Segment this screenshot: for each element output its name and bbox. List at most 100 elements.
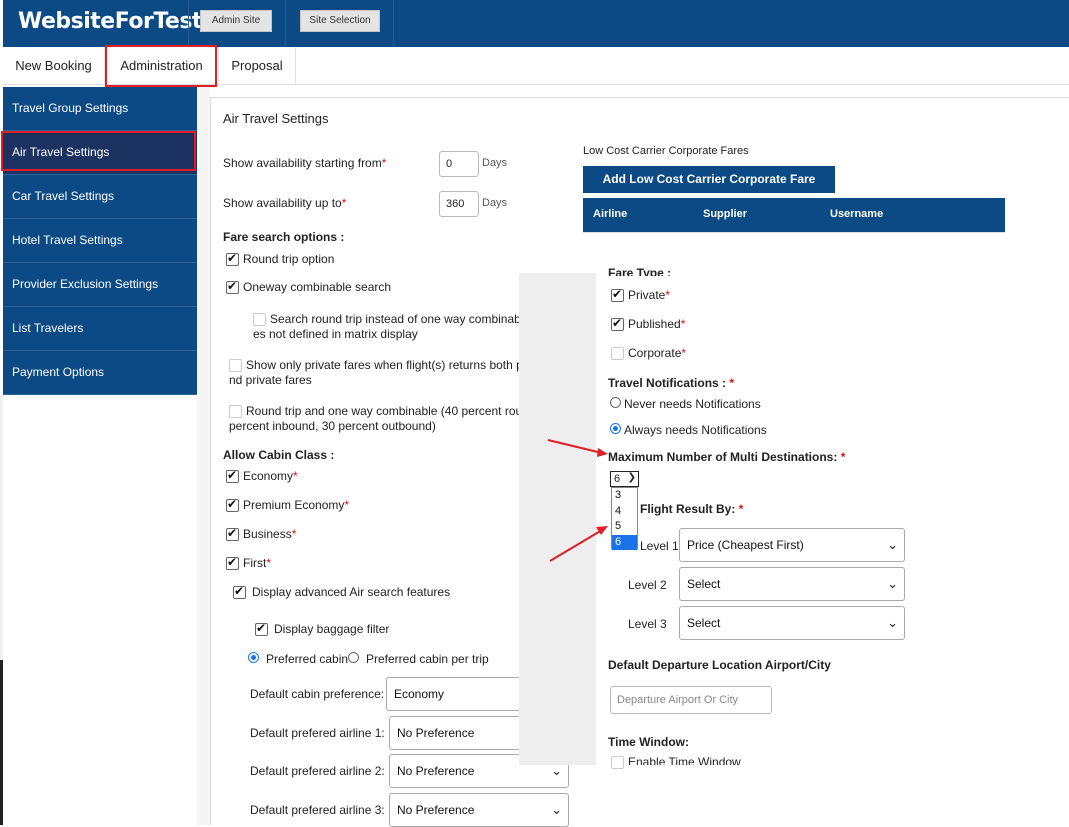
sidebar-item-hotel-travel[interactable]: Hotel Travel Settings xyxy=(3,219,197,263)
days-unit: Days xyxy=(482,157,508,169)
brand-logo[interactable]: WebsiteForTest xyxy=(18,9,202,34)
avail-start-input[interactable]: 0 xyxy=(439,151,479,177)
chevron-down-icon: ❯ xyxy=(627,472,636,483)
always-notif-label: Always needs Notifications xyxy=(624,423,767,437)
level3-label: Level 3 xyxy=(628,617,667,631)
lcc-title: Low Cost Carrier Corporate Fares xyxy=(583,145,749,157)
days-unit: Days xyxy=(482,197,508,209)
sidebar-item-travel-group[interactable]: Travel Group Settings xyxy=(3,87,197,131)
published-checkbox[interactable] xyxy=(611,316,624,331)
private-fares-checkbox[interactable] xyxy=(229,359,242,372)
cabin-class-label: Allow Cabin Class : xyxy=(223,448,335,462)
sidebar-item-provider-exclusion[interactable]: Provider Exclusion Settings xyxy=(3,263,197,307)
admin-site-button[interactable]: Admin Site xyxy=(200,10,272,32)
arrow-icon xyxy=(547,439,603,454)
level1-label: Level 1 xyxy=(640,539,679,553)
economy-checkbox[interactable] xyxy=(226,468,239,483)
highlight-air-travel xyxy=(1,131,196,171)
level2-label: Level 2 xyxy=(628,578,667,592)
baggage-filter-checkbox[interactable] xyxy=(255,621,268,636)
round-trip-checkbox[interactable] xyxy=(226,251,239,266)
level1-select[interactable]: Price (Cheapest First) ⌄ xyxy=(679,528,905,562)
lcc-table-header: Airline Supplier Username xyxy=(583,198,1005,233)
advanced-air-label: Display advanced Air search features xyxy=(252,585,451,599)
arrow-icon xyxy=(549,529,603,562)
premium-economy-checkbox[interactable] xyxy=(226,497,239,512)
column-header-supplier: Supplier xyxy=(703,208,748,220)
preferred-cabin-radio[interactable] xyxy=(248,652,259,663)
sidebar-gap xyxy=(197,87,210,825)
sidebar-item-car-travel[interactable]: Car Travel Settings xyxy=(3,175,197,219)
panel-title: Air Travel Settings xyxy=(223,111,329,126)
site-selection-button[interactable]: Site Selection xyxy=(300,10,380,32)
oneway-combinable-checkbox[interactable] xyxy=(226,279,239,294)
first-checkbox[interactable] xyxy=(226,555,239,570)
enable-time-window-label: Enable Time Window xyxy=(628,755,741,765)
business-label: Business* xyxy=(243,527,297,541)
airline1-label: Default prefered airline 1: xyxy=(250,726,385,740)
add-lcc-fare-button[interactable]: Add Low Cost Carrier Corporate Fare xyxy=(583,166,835,193)
private-fares-label: Show only private fares when flight(s) r… xyxy=(246,358,530,372)
fare-search-label: Fare search options : xyxy=(223,230,345,244)
header-divider xyxy=(285,0,286,47)
corporate-checkbox[interactable] xyxy=(611,347,624,360)
preferred-cabin-label: Preferred cabin xyxy=(266,652,349,666)
tab-new-booking[interactable]: New Booking xyxy=(3,47,105,85)
never-notif-radio[interactable] xyxy=(610,397,621,408)
chevron-down-icon: ⌄ xyxy=(887,576,898,591)
private-fares-label-2: nd private fares xyxy=(229,373,312,387)
departure-input[interactable]: Departure Airport Or City xyxy=(610,686,772,714)
rt-oneway-checkbox[interactable] xyxy=(229,405,242,418)
private-label: Private* xyxy=(628,288,671,302)
column-header-username: Username xyxy=(830,208,884,220)
departure-label: Default Departure Location Airport/City xyxy=(608,658,831,672)
chevron-down-icon: ⌄ xyxy=(551,802,562,817)
level2-select[interactable]: Select ⌄ xyxy=(679,567,905,601)
left-strip-dark xyxy=(0,660,3,825)
default-cabin-label: Default cabin preference: xyxy=(250,687,385,701)
annotation-arrows xyxy=(547,439,608,562)
never-notif-label: Never needs Notifications xyxy=(624,397,761,411)
airline3-select[interactable]: No Preference ⌄ xyxy=(389,793,569,827)
time-window-label: Time Window: xyxy=(608,735,689,749)
chevron-down-icon: ⌄ xyxy=(887,615,898,630)
avail-upto-label: Show availability up to* xyxy=(223,196,347,210)
preferred-cabin-trip-label: Preferred cabin per trip xyxy=(366,652,489,666)
search-round-trip-label: Search round trip instead of one way com… xyxy=(270,312,531,326)
premium-economy-label: Premium Economy* xyxy=(243,498,350,512)
business-checkbox[interactable] xyxy=(226,526,239,541)
baggage-filter-label: Display baggage filter xyxy=(274,622,390,636)
rt-oneway-label: Round trip and one way combinable (40 pe… xyxy=(246,404,536,418)
advanced-air-checkbox[interactable] xyxy=(233,584,246,599)
sidebar-item-payment-options[interactable]: Payment Options xyxy=(3,351,197,395)
search-round-trip-label-2: es not defined in matrix display xyxy=(253,327,418,341)
top-header: WebsiteForTest Admin Site Site Selection xyxy=(3,0,1069,47)
enable-time-window-checkbox[interactable] xyxy=(611,756,624,769)
arrow-head-icon xyxy=(597,448,608,457)
column-header-airline: Airline xyxy=(593,208,628,220)
search-round-trip-checkbox[interactable] xyxy=(253,313,266,326)
airline2-label: Default prefered airline 2: xyxy=(250,764,385,778)
sort-flight-label: Flight Result By: * xyxy=(640,502,744,516)
overlay-edge xyxy=(596,262,914,273)
published-label: Published* xyxy=(628,317,686,331)
notifications-label: Travel Notifications : * xyxy=(608,376,735,390)
avail-upto-input[interactable]: 360 xyxy=(439,191,479,217)
chevron-down-icon: ⌄ xyxy=(887,537,898,552)
highlight-administration xyxy=(105,45,217,87)
preferred-cabin-trip-radio[interactable] xyxy=(348,652,359,663)
header-divider xyxy=(393,0,394,47)
economy-label: Economy* xyxy=(243,469,298,483)
airline3-label: Default prefered airline 3: xyxy=(250,803,385,817)
avail-start-label: Show availability starting from* xyxy=(223,156,387,170)
max-dest-label: Maximum Number of Multi Destinations: * xyxy=(608,450,846,464)
tab-proposal[interactable]: Proposal xyxy=(219,47,296,85)
corporate-label: Corporate* xyxy=(628,346,687,360)
oneway-combinable-label: Oneway combinable search xyxy=(243,280,392,294)
rt-oneway-label-2: percent inbound, 30 percent outbound) xyxy=(229,419,436,433)
private-checkbox[interactable] xyxy=(611,287,624,302)
level3-select[interactable]: Select ⌄ xyxy=(679,606,905,640)
first-label: First* xyxy=(243,556,271,570)
sidebar-item-list-travelers[interactable]: List Travelers xyxy=(3,307,197,351)
round-trip-label: Round trip option xyxy=(243,252,335,266)
